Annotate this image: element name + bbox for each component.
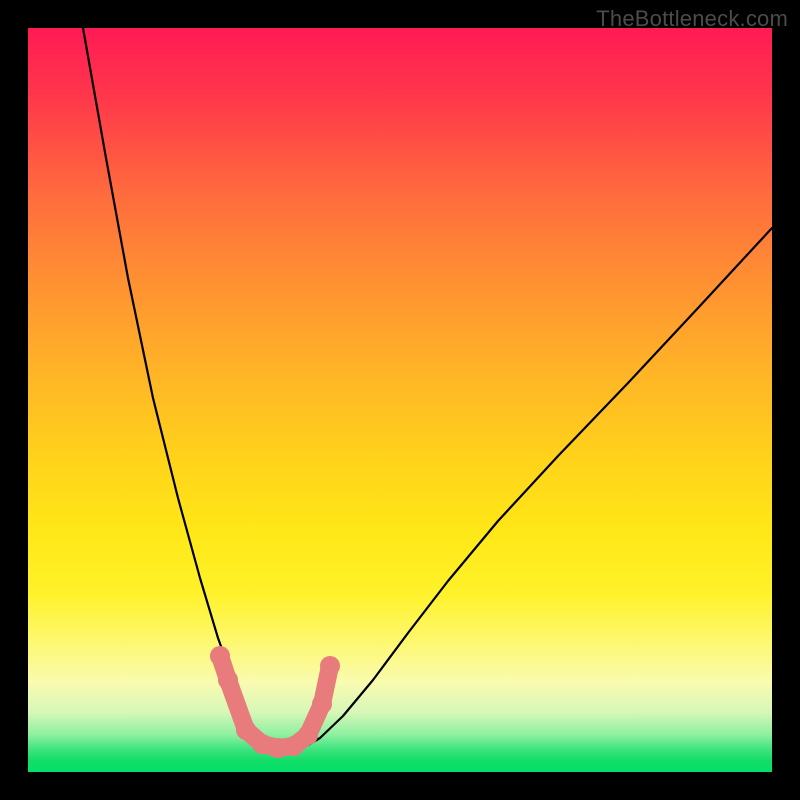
watermark-text: TheBottleneck.com (596, 6, 788, 32)
bottleneck-curve (83, 28, 772, 750)
highlight-beads (210, 646, 340, 758)
bead-dot (218, 670, 238, 690)
plot-area (28, 28, 772, 772)
bead-dot (210, 646, 230, 666)
bead-dot (298, 725, 318, 745)
bead-dot (320, 656, 340, 676)
bead-dot (312, 694, 332, 714)
bead-dot (236, 720, 256, 740)
curve-layer (28, 28, 772, 772)
